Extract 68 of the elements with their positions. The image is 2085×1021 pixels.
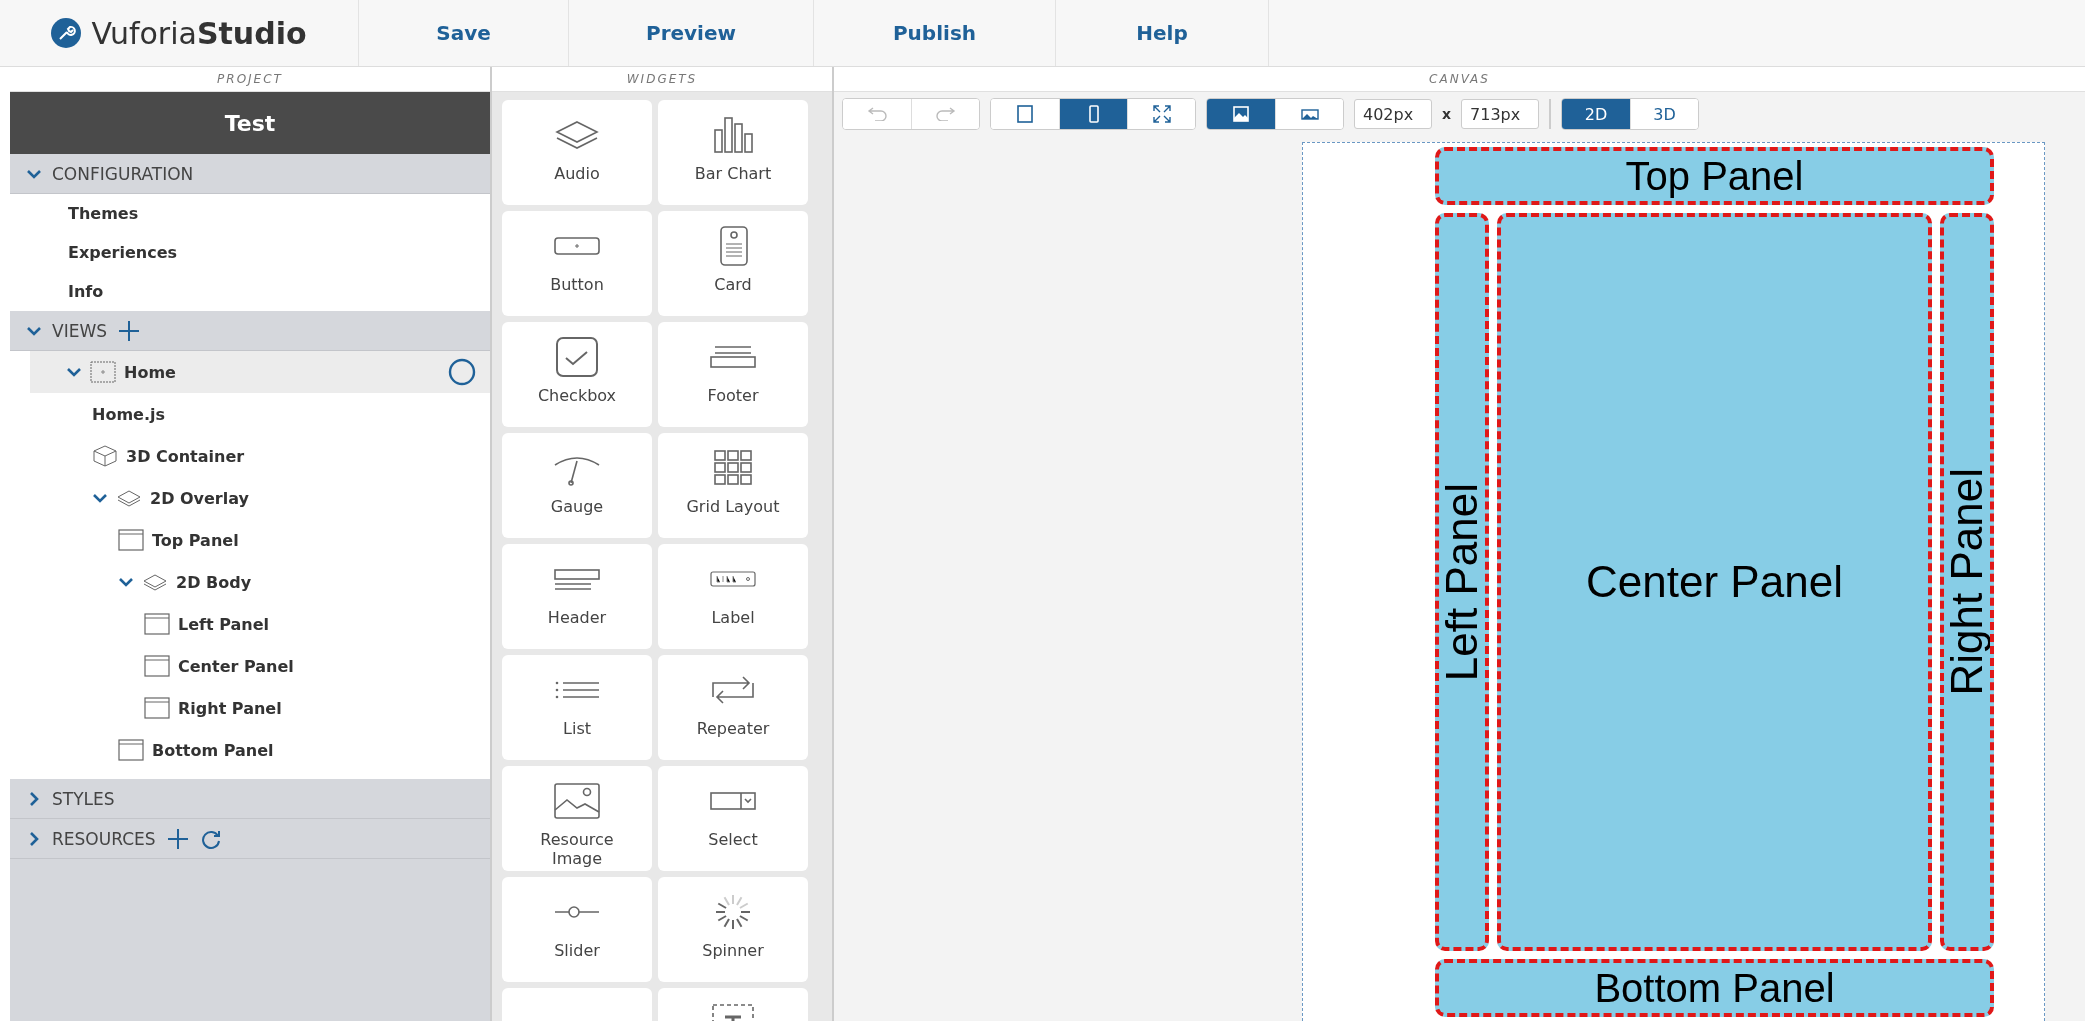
widget-tile[interactable]: Footer — [658, 322, 808, 427]
project-title: Test — [10, 92, 490, 154]
slider-widget-icon — [554, 906, 600, 918]
section-label[interactable]: CONFIGURATION — [52, 163, 194, 184]
app-logo-text: VuforiaStudio — [91, 15, 307, 51]
config-item[interactable]: Info — [10, 272, 490, 311]
widget-tile[interactable]: Gauge — [502, 433, 652, 538]
layers-icon — [142, 573, 168, 591]
panel-heading: WIDGETS — [492, 67, 832, 92]
add-icon[interactable] — [165, 826, 190, 851]
portrait-icon — [1231, 104, 1251, 124]
height-field[interactable]: 713px — [1461, 99, 1540, 129]
left-panel[interactable]: Left Panel — [1435, 213, 1489, 951]
section-label[interactable]: STYLES — [52, 788, 115, 809]
times-sign: x — [1442, 106, 1452, 122]
panel-icon — [118, 529, 144, 551]
panel-icon — [144, 697, 170, 719]
orientation-button[interactable] — [1275, 99, 1343, 129]
center-panel[interactable]: Center Panel — [1497, 213, 1932, 951]
list-widget-icon — [554, 681, 600, 699]
audio-widget-icon — [555, 120, 599, 150]
panel-icon — [144, 613, 170, 635]
widget-tile[interactable]: List — [502, 655, 652, 760]
top-panel[interactable]: Top Panel — [1435, 147, 1994, 205]
panel-heading: CANVAS — [834, 67, 2085, 92]
width-field[interactable]: 402px — [1354, 99, 1432, 129]
widget-tile[interactable]: Slider — [502, 877, 652, 982]
layers-icon — [116, 489, 142, 507]
tablet-icon — [1015, 104, 1035, 124]
wrench-logo-icon — [51, 18, 82, 48]
widget-tile[interactable]: Spinner — [658, 877, 808, 982]
widget-tile[interactable]: Select — [658, 766, 808, 871]
panel-icon — [118, 739, 144, 761]
widget-tile[interactable]: Bar Chart — [658, 100, 808, 205]
widget-tile[interactable]: Button — [502, 211, 652, 316]
button-widget-icon — [554, 237, 600, 255]
circle-icon[interactable] — [448, 358, 476, 386]
device-button[interactable] — [1127, 99, 1195, 129]
widget-tile[interactable]: Repeater — [658, 655, 808, 760]
undo-icon — [865, 107, 889, 121]
panel-heading: PROJECT — [10, 67, 490, 92]
panel-icon — [144, 655, 170, 677]
device-button[interactable] — [1059, 99, 1127, 129]
orientation-button[interactable] — [1207, 99, 1275, 129]
add-icon[interactable] — [117, 318, 141, 343]
widget-tile[interactable]: Card — [658, 211, 808, 316]
bottom-panel[interactable]: Bottom Panel — [1435, 959, 1994, 1017]
config-item[interactable]: Themes — [10, 194, 490, 233]
widget-tile[interactable]: Header — [502, 544, 652, 649]
section-label[interactable]: VIEWS — [52, 320, 107, 341]
repeater-widget-icon — [711, 675, 755, 705]
footer-widget-icon — [710, 346, 756, 368]
widget-tile[interactable]: Resource Image — [502, 766, 652, 871]
fullscreen-icon — [1151, 104, 1172, 124]
tree-item[interactable]: Home — [30, 351, 490, 393]
widget-tile[interactable]: Audio — [502, 100, 652, 205]
section-label[interactable]: RESOURCES — [52, 828, 156, 849]
view-icon — [90, 361, 116, 383]
header-widget-icon — [554, 568, 600, 590]
config-item[interactable]: Experiences — [10, 233, 490, 272]
widget-tile[interactable]: Label — [658, 544, 808, 649]
widget-tile[interactable]: Grid Layout — [658, 433, 808, 538]
select-widget-icon — [710, 792, 756, 810]
cube-icon — [92, 444, 118, 468]
label-widget-icon — [710, 571, 756, 587]
mode-tab[interactable]: 2D — [1562, 99, 1631, 129]
widget-tile[interactable]: Checkbox — [502, 322, 652, 427]
mode-tab[interactable]: 3D — [1630, 99, 1699, 129]
